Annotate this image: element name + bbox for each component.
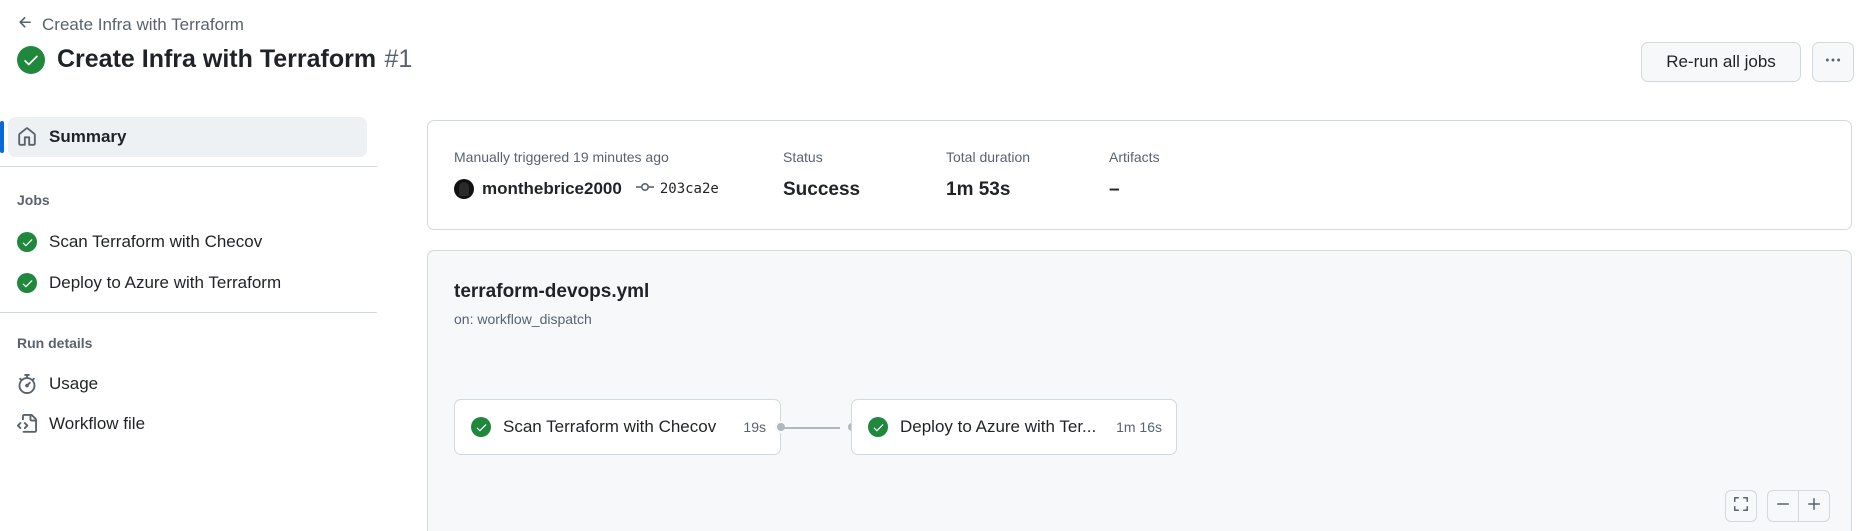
screen-full-icon — [1733, 496, 1749, 517]
back-link[interactable]: Create Infra with Terraform — [17, 14, 244, 36]
actor-link[interactable]: monthebrice2000 — [482, 179, 622, 199]
run-number: #1 — [384, 45, 413, 73]
active-indicator — [0, 121, 4, 153]
artifacts-value: – — [1109, 179, 1120, 200]
commit-link[interactable]: 203ca2e — [635, 181, 719, 197]
run-details-heading: Run details — [17, 335, 93, 351]
file-code-icon — [17, 414, 37, 434]
zoom-in-button[interactable] — [1798, 490, 1830, 522]
stopwatch-icon — [17, 374, 37, 394]
commit-sha: 203ca2e — [659, 181, 719, 197]
check-circle-icon — [868, 417, 888, 437]
trigger-text: Manually triggered 19 minutes ago — [454, 149, 669, 165]
status-info: Status Success — [783, 149, 860, 201]
sidebar-item-label: Usage — [49, 374, 99, 393]
arrow-left-icon — [17, 14, 34, 36]
sidebar-item-label: Workflow file — [49, 414, 146, 433]
workflow-trigger: on: workflow_dispatch — [454, 311, 592, 327]
sidebar-item-label: Scan Terraform with Checov — [49, 232, 263, 251]
home-icon — [17, 127, 37, 147]
job-node-scan[interactable]: Scan Terraform with Checov 19s — [454, 399, 781, 455]
check-circle-icon — [471, 417, 491, 437]
avatar[interactable] — [454, 179, 474, 199]
rerun-all-jobs-button[interactable]: Re-run all jobs — [1641, 42, 1801, 82]
zoom-out-button[interactable] — [1767, 490, 1799, 522]
duration-label: Total duration — [946, 149, 1031, 165]
sidebar-job-scan[interactable]: Scan Terraform with Checov — [8, 222, 368, 262]
trigger-info: Manually triggered 19 minutes ago monthe… — [454, 149, 719, 199]
workflow-graph: terraform-devops.yml on: workflow_dispat… — [427, 250, 1852, 531]
run-summary-card: Manually triggered 19 minutes ago monthe… — [427, 120, 1852, 230]
job-name: Deploy to Azure with Ter... — [900, 417, 1097, 436]
sidebar-item-label: Summary — [49, 127, 127, 146]
sidebar-divider — [0, 312, 377, 313]
job-duration: 1m 16s — [1116, 419, 1162, 435]
job-node-deploy[interactable]: Deploy to Azure with Ter... 1m 16s — [851, 399, 1177, 455]
back-link-label: Create Infra with Terraform — [42, 15, 244, 34]
artifacts-label: Artifacts — [1109, 149, 1160, 165]
sidebar-job-deploy[interactable]: Deploy to Azure with Terraform — [8, 263, 368, 303]
sidebar-item-summary[interactable]: Summary — [8, 117, 367, 157]
status-value: Success — [783, 179, 861, 200]
sidebar-item-usage[interactable]: Usage — [8, 364, 368, 404]
dash-icon — [1775, 496, 1791, 517]
duration-value: 1m 53s — [946, 179, 1011, 200]
jobs-heading: Jobs — [17, 192, 50, 208]
job-name: Scan Terraform with Checov — [503, 417, 717, 436]
check-circle-icon — [17, 45, 45, 74]
sidebar-divider — [0, 166, 377, 167]
sidebar-item-workflow-file[interactable]: Workflow file — [8, 404, 368, 444]
run-title: Create Infra with Terraform — [57, 45, 377, 73]
git-commit-icon — [635, 181, 654, 197]
sidebar-item-label: Deploy to Azure with Terraform — [49, 273, 282, 292]
plus-icon — [1806, 496, 1822, 517]
artifacts-info: Artifacts – — [1109, 149, 1160, 201]
job-duration: 19s — [743, 419, 766, 435]
kebab-horizontal-icon — [1824, 51, 1842, 74]
fullscreen-button[interactable] — [1725, 490, 1757, 522]
duration-info: Total duration 1m 53s — [946, 149, 1030, 201]
check-circle-icon — [17, 273, 37, 293]
page-title: Create Infra with Terraform #1 — [17, 45, 412, 74]
job-connector — [784, 427, 840, 429]
status-label: Status — [783, 149, 823, 165]
workflow-file-name[interactable]: terraform-devops.yml — [454, 281, 649, 303]
check-circle-icon — [17, 232, 37, 252]
more-options-button[interactable] — [1812, 42, 1854, 82]
